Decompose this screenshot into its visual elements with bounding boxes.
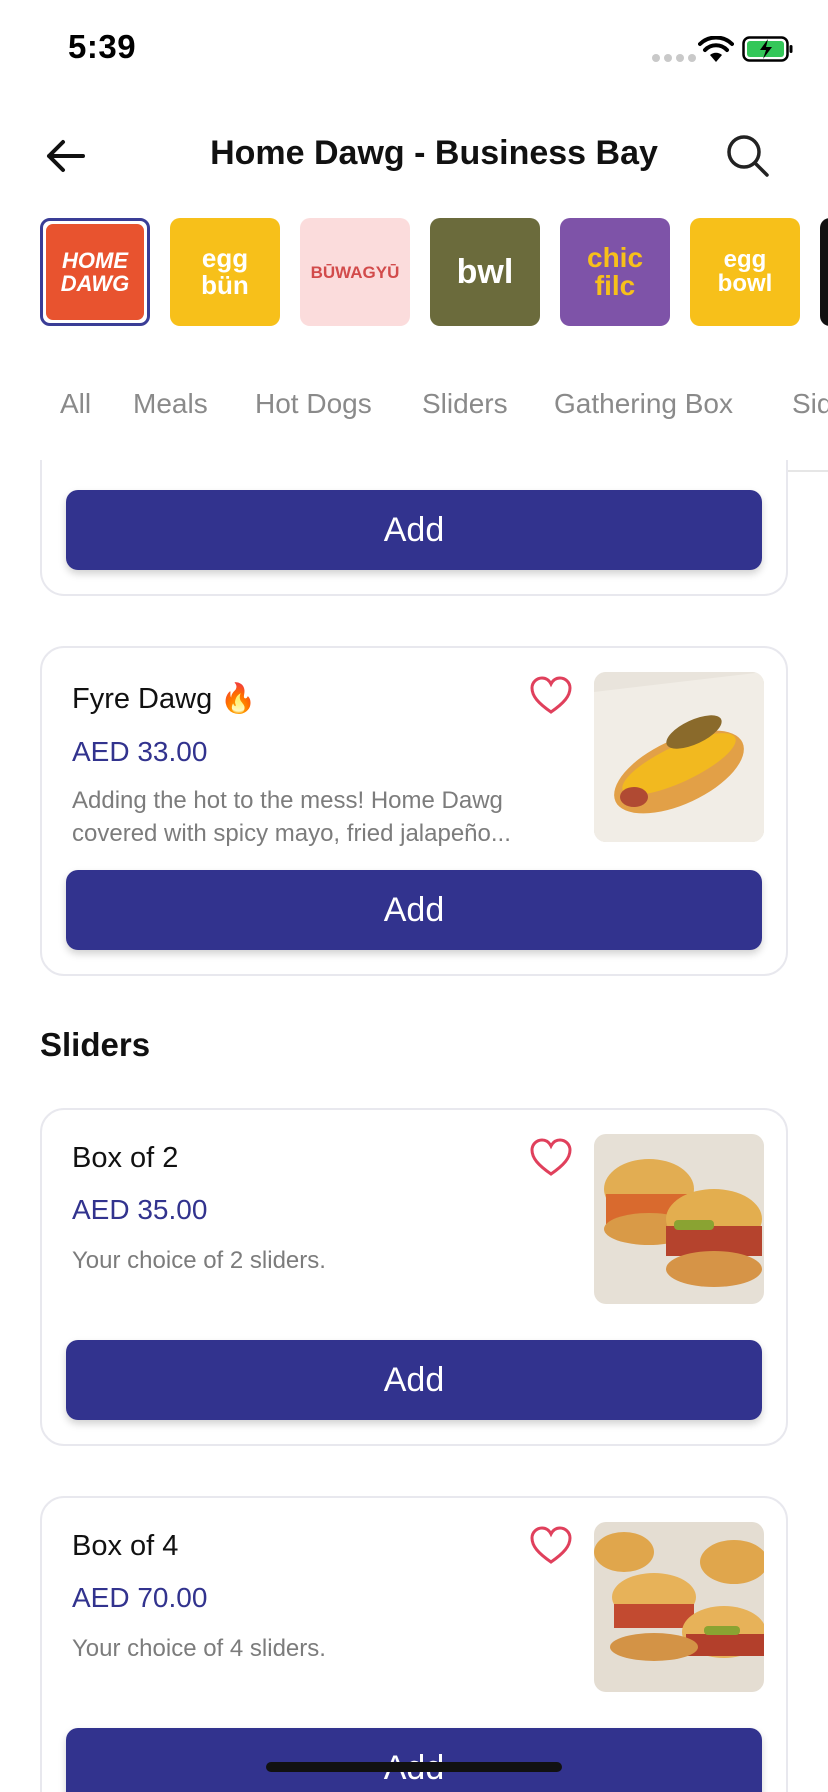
item-name: Box of 2 <box>72 1142 179 1174</box>
add-button[interactable]: Add <box>66 1728 762 1792</box>
menu-item-card: Add <box>40 460 788 596</box>
search-button[interactable] <box>724 132 772 180</box>
tab-gathering-box[interactable]: Gathering Box <box>554 388 733 420</box>
item-description: Your choice of 4 sliders. <box>72 1635 326 1662</box>
sliders-box-of-4-image <box>594 1522 764 1692</box>
item-image <box>594 672 764 842</box>
menu-item-card-fyre-dawg[interactable]: Fyre Dawg 🔥 AED 33.00 Adding the hot to … <box>40 646 788 976</box>
heart-icon[interactable] <box>530 1526 572 1566</box>
item-name: Box of 4 <box>72 1530 179 1562</box>
status-bar: 5:39 <box>0 0 828 100</box>
brand-logo-chic-filc: chic filc <box>587 242 644 301</box>
menu-item-card-box-of-2[interactable]: Box of 2 AED 35.00 Your choice of 2 slid… <box>40 1108 788 1446</box>
back-button[interactable] <box>40 134 90 178</box>
brand-buwagyu[interactable]: BŪWAGYŪ <box>300 218 410 326</box>
sliders-box-of-2-image <box>594 1134 764 1304</box>
tab-sides[interactable]: Sid <box>792 388 828 420</box>
add-button[interactable]: Add <box>66 490 762 570</box>
item-price: AED 33.00 <box>72 736 208 767</box>
item-price: AED 70.00 <box>72 1582 208 1613</box>
item-image <box>594 1134 764 1304</box>
home-indicator[interactable] <box>266 1762 562 1772</box>
heart-icon[interactable] <box>530 676 572 716</box>
tab-meals[interactable]: Meals <box>133 388 208 420</box>
page-title: Home Dawg - Business Bay <box>210 134 658 172</box>
brand-chic-filc[interactable]: chic filc <box>560 218 670 326</box>
battery-charging-icon <box>742 36 793 62</box>
brand-logo-home-dawg: HOME DAWG <box>60 247 130 296</box>
brand-bwl[interactable]: bwl <box>430 218 540 326</box>
brand-logo-bwl: bwl <box>456 253 514 291</box>
arrow-left-icon <box>47 140 85 172</box>
wifi-icon <box>698 36 734 62</box>
item-description: Your choice of 2 sliders. <box>72 1247 326 1274</box>
brand-home-dawg[interactable]: HOME DAWG <box>40 218 150 326</box>
brand-egg-bun[interactable]: egg bün <box>170 218 280 326</box>
heart-icon[interactable] <box>530 1138 572 1178</box>
tab-all[interactable]: All <box>60 388 91 420</box>
section-title-sliders: Sliders <box>40 1026 151 1063</box>
top-nav-bar: Home Dawg - Business Bay <box>0 110 828 200</box>
cellular-signal-icon <box>652 54 696 62</box>
item-description: Adding the hot to the mess! Home Dawg co… <box>72 787 511 847</box>
category-tabs: All Meals Hot Dogs Sliders Gathering Box… <box>40 372 828 472</box>
tab-sliders[interactable]: Sliders <box>422 388 508 420</box>
brand-carousel: HOME DAWG egg bün BŪWAGYŪ bwl chic filc … <box>40 216 828 328</box>
brand-partial[interactable] <box>820 218 828 326</box>
search-icon <box>727 135 769 177</box>
brand-logo-egg-bun: egg bün <box>201 242 249 300</box>
menu-item-card-box-of-4[interactable]: Box of 4 AED 70.00 Your choice of 4 slid… <box>40 1496 788 1792</box>
brand-logo-buwagyu: BŪWAGYŪ <box>310 262 400 282</box>
brand-egg-bowl[interactable]: egg bowl <box>690 218 800 326</box>
item-name: Fyre Dawg 🔥 <box>72 683 257 715</box>
add-button[interactable]: Add <box>66 1340 762 1420</box>
brand-logo-egg-bowl: egg bowl <box>717 246 773 297</box>
hot-dog-image <box>594 672 764 842</box>
tab-hot-dogs[interactable]: Hot Dogs <box>255 388 372 420</box>
item-image <box>594 1522 764 1692</box>
add-button[interactable]: Add <box>66 870 762 950</box>
item-price: AED 35.00 <box>72 1194 208 1225</box>
status-time: 5:39 <box>68 28 137 65</box>
